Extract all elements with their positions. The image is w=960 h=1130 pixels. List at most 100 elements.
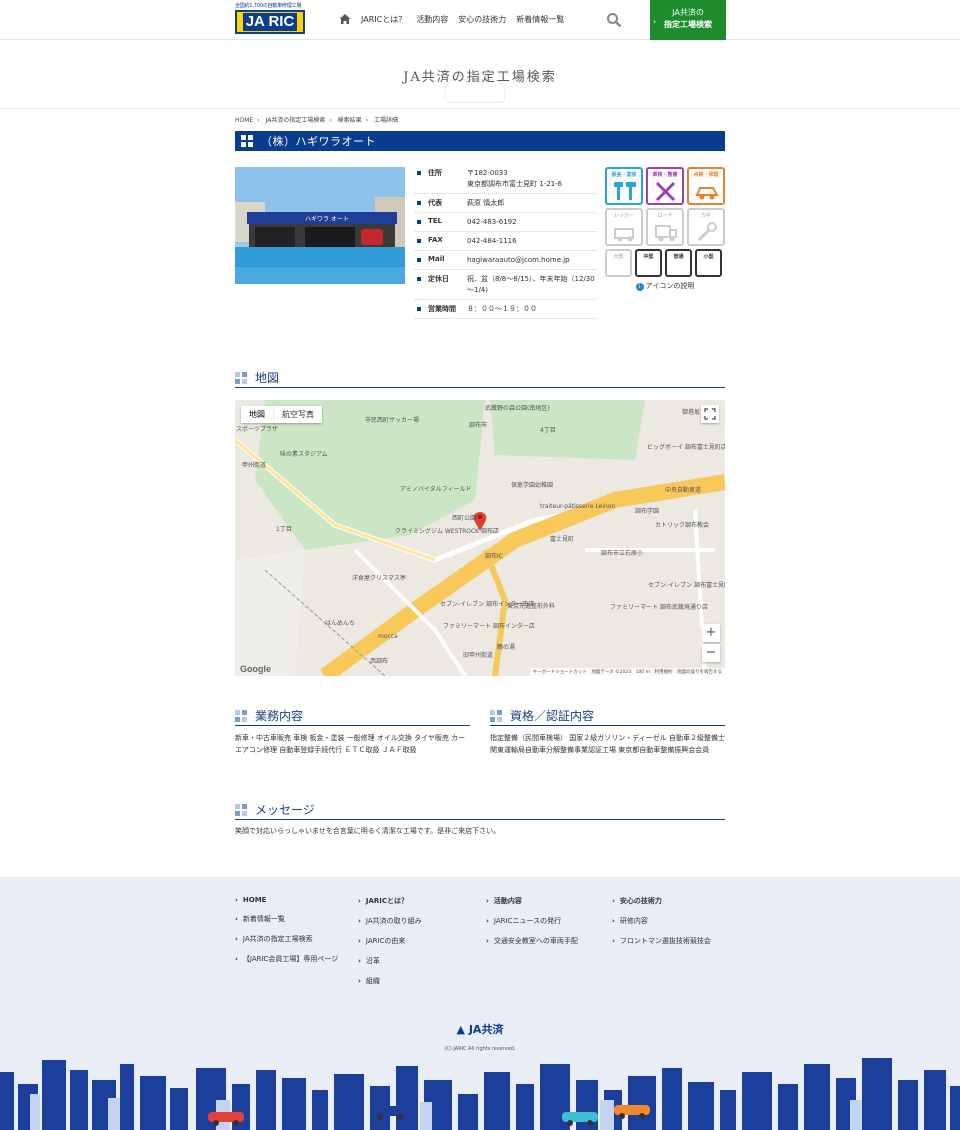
breadcrumb-results[interactable]: 検索結果 [338,117,362,124]
info-value: 〒182-0033 東京都調布市富士見町 1-21-6 [467,169,563,188]
tab-map[interactable]: 地図 [241,406,274,423]
shop-photo: ハギワラ オート [235,167,405,284]
info-value: 祝、盆（8/8～8/15）、年末年始（12/30～1/4） [467,275,595,294]
map-label: 調布IC [485,553,503,560]
grid-squares-icon [235,372,247,384]
nav-item-activities[interactable]: 活動内容 [416,14,448,25]
footer-link[interactable]: JARICの由来 [358,936,422,946]
chevron-right-icon: › [653,17,657,26]
nav-item-about[interactable]: JARICとは？ [361,14,406,25]
logo-tagline: 全国約1,700の自動車修理工場 [235,3,302,9]
standard-vehicle-icon: 普通 [665,249,692,277]
jaric-logo[interactable]: 全国約1,700の自動車修理工場 JA RIC [235,3,307,35]
map-label: 西町公園 [452,515,477,522]
home-icon[interactable] [339,13,351,25]
map-label: 富士見町 [550,536,575,543]
footer-link[interactable]: 安心の技術力 [612,896,711,906]
grid-squares-icon [490,710,502,722]
map-type-tabs: 地図 航空写真 [241,406,322,423]
breadcrumb-search[interactable]: JA共済の指定工場検索 [266,117,326,124]
map-label: スポーツプラザ [236,426,278,433]
shop-search-button[interactable]: › JA共済の 指定工場検索 [650,0,726,40]
zoom-in-button[interactable]: + [702,624,720,642]
medium-vehicle-icon: 中型 [635,249,662,277]
grid-squares-icon [235,804,247,816]
footer-link[interactable]: 新着情報一覧 [235,914,338,924]
footer-col-3: 活動内容 JARICニュースの発行 交通安全教室への車両手配 [486,896,578,956]
icon-help-link[interactable]: i アイコンの説明 [605,281,725,291]
map-label: 調布学園 [635,508,660,515]
fullscreen-icon[interactable] [701,405,719,423]
footer-link[interactable]: JARICニュースの発行 [486,916,578,926]
ja-kyosai-logo[interactable]: ▲ JA共済 [0,1021,960,1037]
footer-link[interactable]: HOME [235,896,338,904]
key-icon: カギ [687,208,725,246]
info-label: 住所 [415,168,467,190]
footer-link[interactable]: JARICとは？ [358,896,422,906]
map-label: セブン-イレブン 調布富士見町3丁目店 [648,582,725,589]
grid-squares-icon [235,710,247,722]
check-repair-icon: 点検・修理 [687,167,725,205]
city-skyline-illustration [0,1058,960,1130]
map-label: 保恵学園幼稚園 [511,482,554,489]
shop-title-bar: （株）ハギワラオート [235,131,725,151]
page: 全国約1,700の自動車修理工場 JA RIC JARICとは？ 活動内容 安心… [0,0,960,1130]
google-map[interactable]: 地図 航空写真 + − 武蔵野の森公園(南地区) 御塔坂 市民西町サッカー場 ス… [235,400,725,676]
info-row-address: 住所 〒182-0033 東京都調布市富士見町 1-21-6 [415,164,597,194]
footer-link[interactable]: フロントマン選抜技術競技会 [612,936,711,946]
footer-link[interactable]: 交通安全教室への車両手配 [486,936,578,946]
map-section-heading: 地図 [235,368,725,388]
page-title: JA共済の指定工場検索 [403,70,557,85]
map-label: ファミリーマート 調布武蔵境通り店 [610,604,708,611]
footer-link[interactable]: 沿革 [358,956,422,966]
footer-link[interactable]: JA共済の取り組み [358,916,422,926]
zoom-out-button[interactable]: − [702,644,720,662]
logo-mark: JA RIC [235,10,305,34]
map-label: はんめんち [325,620,356,627]
info-row-hours: 営業時間 ８：００～１９：００ [415,300,597,319]
footer-link[interactable]: 研修内容 [612,916,711,926]
info-label: 定休日 [415,274,467,296]
footer-link[interactable]: 組織 [358,976,422,986]
nav-item-technology[interactable]: 安心の技術力 [458,14,506,25]
small-vehicle-icon: 小型 [695,249,722,277]
photo-sign-text: ハギワラ オート [305,216,349,223]
breadcrumb-current: 工場詳細 [373,117,398,124]
map-label: 東京先進整形外科 [507,603,556,610]
breadcrumb-chevron-icon: › [365,117,369,124]
breadcrumb-chevron-icon: › [329,117,332,124]
map-label: 旧甲州街道 [463,652,494,659]
footer-link[interactable]: 【JARIC会員工場】専用ページ [235,954,338,964]
map-label: 調布市 [469,422,488,429]
message-title: メッセージ [255,803,315,817]
footer-col-1: HOME 新着情報一覧 JA共済の指定工場検索 【JARIC会員工場】専用ページ [235,896,338,974]
map-attribution[interactable]: キーボードショートカット 地図データ ©2023 100 m 利用規約 地図の誤… [529,668,725,676]
footer-link[interactable]: JA共済の指定工場検索 [235,934,338,944]
search-icon[interactable] [606,12,622,28]
info-value[interactable]: 042-483-6192 [467,217,597,228]
tow-truck-icon: レッカー [605,208,643,246]
info-label: 代表 [415,198,467,209]
map-label: 鶴の湯 [497,644,516,651]
info-value: 萩原 慎太郎 [467,199,505,207]
tab-satellite[interactable]: 航空写真 [274,406,322,423]
info-row-mail: Mail hagiwaraauto@jcom.home.jp [415,251,597,270]
map-label: 西調布 [370,658,389,665]
message-text: 笑顔で対応いらっしゃいませを合言葉に明るく清潔な工場です。是非ご来店下さい。 [235,827,501,835]
map-label: traiteur-pâtisserie Leinon [540,503,616,510]
footer-link[interactable]: 活動内容 [486,896,578,906]
breadcrumb-home[interactable]: HOME [235,117,253,124]
map-label: カトリック調布教会 [655,522,710,529]
map-label: 1丁目 [276,526,292,533]
info-label: Mail [415,255,467,266]
inspection-maintenance-icon: 車検・整備 [646,167,684,205]
ja-mark-icon: ▲ [456,1023,465,1036]
map-label: mocca [378,633,398,640]
certs-text: 指定整備（民間車検場） 国家２級ガソリン・ディーゼル 自動車２級整備士 関東運輸… [490,734,725,754]
footer-col-2: JARICとは？ JA共済の取り組み JARICの由来 沿革 組織 [358,896,422,996]
logo-text: JA RIC [242,13,298,31]
info-row-fax: FAX 042-484-1116 [415,232,597,251]
map-label: 中央自動車道 [665,487,702,494]
nav-item-news[interactable]: 新着情報一覧 [516,14,564,25]
info-value[interactable]: hagiwaraauto@jcom.home.jp [467,255,597,266]
